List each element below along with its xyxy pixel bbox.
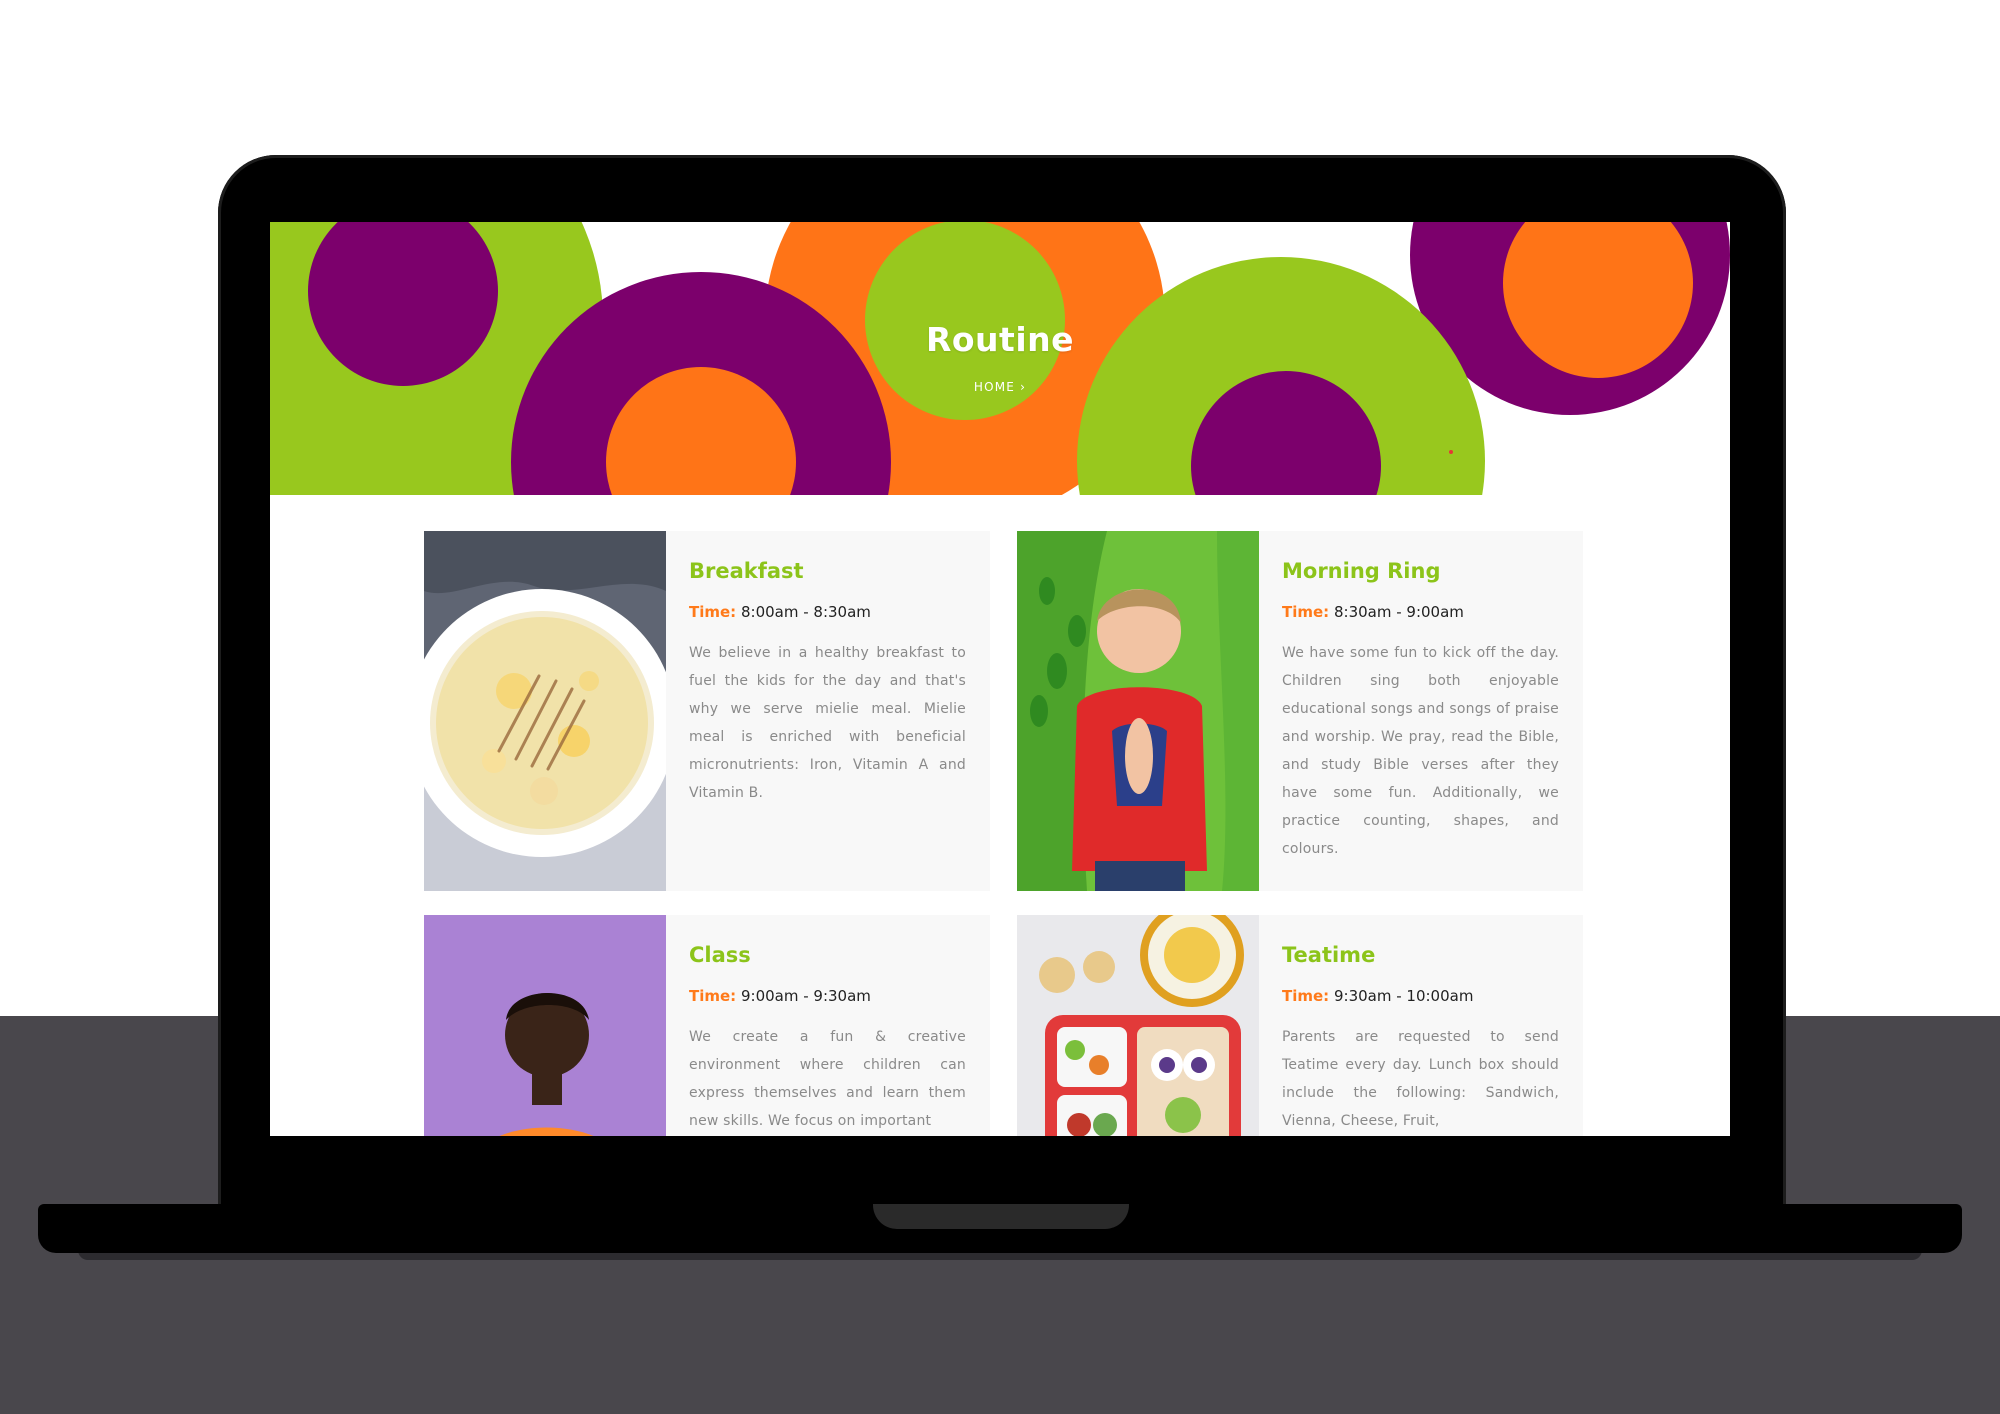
card-title: Class (689, 943, 751, 967)
breadcrumb: HOME › (270, 380, 1730, 394)
laptop-notch (873, 1204, 1129, 1229)
website-screen: Routine HOME › Breakfast Time: 8:00am - … (270, 222, 1730, 1136)
decor-dot (1449, 450, 1453, 454)
card-title: Teatime (1282, 943, 1376, 967)
lunch-box-photo (1017, 915, 1259, 1136)
routine-card-teatime: Teatime Time: 9:30am - 10:00am Parents a… (1017, 915, 1583, 1136)
chevron-right-icon: › (1020, 380, 1027, 394)
card-title: Morning Ring (1282, 559, 1441, 583)
card-title: Breakfast (689, 559, 804, 583)
time-value: 8:30am - 9:00am (1333, 603, 1464, 621)
card-description: We create a fun & creative environment w… (689, 1029, 966, 1129)
time-label: Time: (1282, 603, 1330, 621)
bowl-of-mielie-meal-photo (424, 531, 666, 891)
routine-card-morning-ring: Morning Ring Time: 8:30am - 9:00am We ha… (1017, 531, 1583, 891)
routine-card-class: Class Time: 9:00am - 9:30am We create a … (424, 915, 990, 1136)
time-value: 9:00am - 9:30am (740, 987, 871, 1005)
child-praying-photo (1017, 531, 1259, 891)
time-label: Time: (689, 603, 737, 621)
routine-card-breakfast: Breakfast Time: 8:00am - 8:30am We belie… (424, 531, 990, 891)
card-description: Parents are requested to send Teatime ev… (1282, 1029, 1559, 1129)
card-time: Time: 8:30am - 9:00am (1282, 603, 1464, 621)
card-time: Time: 9:00am - 9:30am (689, 987, 871, 1005)
card-description: We believe in a healthy breakfast to fue… (689, 645, 966, 801)
hero-banner: Routine HOME › (270, 222, 1730, 495)
breadcrumb-home-link[interactable]: HOME (974, 380, 1015, 394)
card-time: Time: 8:00am - 8:30am (689, 603, 871, 621)
time-value: 9:30am - 10:00am (1333, 987, 1474, 1005)
time-value: 8:00am - 8:30am (740, 603, 871, 621)
time-label: Time: (689, 987, 737, 1005)
child-learning-photo (424, 915, 666, 1136)
card-time: Time: 9:30am - 10:00am (1282, 987, 1473, 1005)
page-title: Routine (925, 320, 1075, 359)
time-label: Time: (1282, 987, 1330, 1005)
card-description: We have some fun to kick off the day. Ch… (1282, 645, 1559, 857)
